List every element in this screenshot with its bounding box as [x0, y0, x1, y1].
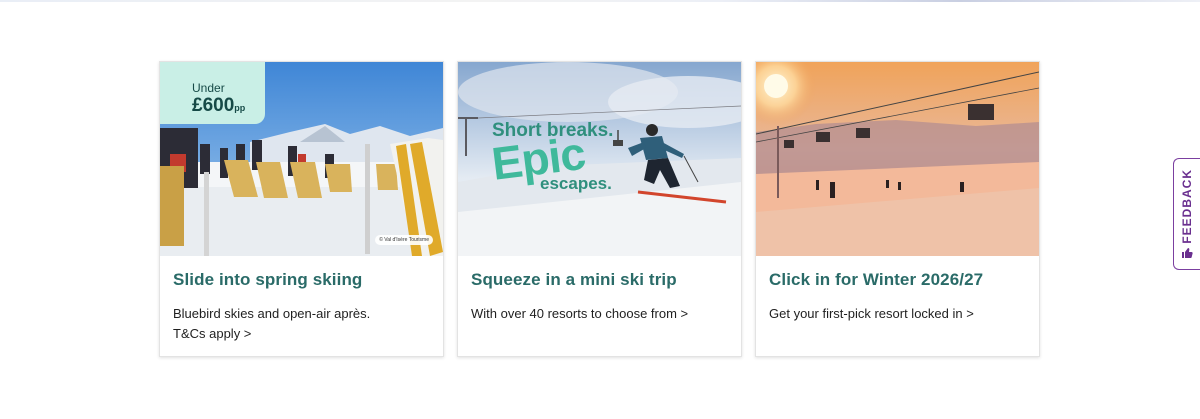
card-body: Click in for Winter 2026/27 Get your fir…: [756, 256, 1039, 324]
card-title[interactable]: Slide into spring skiing: [173, 270, 430, 292]
price-badge: Under £600pp: [160, 62, 265, 124]
price-badge-amount: £600pp: [192, 95, 265, 119]
card-description-link[interactable]: With over 40 resorts to choose from >: [471, 304, 728, 324]
card-body: Slide into spring skiing Bluebird skies …: [160, 256, 443, 344]
price-value: £600: [192, 95, 235, 116]
top-image-strip: [0, 0, 1200, 2]
card-title[interactable]: Squeeze in a mini ski trip: [471, 270, 728, 292]
promo-text: Short breaks. Epic escapes.: [489, 120, 614, 194]
offer-cards: Under £600pp © Val d'Isère Tourisme Slid…: [159, 61, 1040, 357]
card-spring-skiing[interactable]: Under £600pp © Val d'Isère Tourisme Slid…: [159, 61, 444, 357]
price-suffix: pp: [234, 103, 246, 113]
card-body: Squeeze in a mini ski trip With over 40 …: [458, 256, 741, 324]
thumbs-up-icon: [1182, 248, 1193, 259]
photo-credit: © Val d'Isère Tourisme: [375, 235, 433, 245]
card-winter-2026-27[interactable]: Click in for Winter 2026/27 Get your fir…: [755, 61, 1040, 357]
card-description-link[interactable]: Get your first-pick resort locked in >: [769, 304, 1026, 324]
price-badge-label: Under: [192, 81, 225, 95]
feedback-tab[interactable]: FEEDBACK: [1173, 158, 1200, 270]
feedback-label: FEEDBACK: [1180, 168, 1194, 244]
terms-link[interactable]: T&Cs apply >: [173, 324, 430, 344]
card-image-mini-ski-trip: Short breaks. Epic escapes.: [458, 62, 741, 256]
card-description: Bluebird skies and open-air après.: [173, 306, 371, 321]
card-title[interactable]: Click in for Winter 2026/27: [769, 270, 1026, 292]
page: Under £600pp © Val d'Isère Tourisme Slid…: [0, 0, 1200, 419]
card-image-spring-skiing: Under £600pp © Val d'Isère Tourisme: [160, 62, 443, 256]
card-image-winter-2026-27: [756, 62, 1039, 256]
card-mini-ski-trip[interactable]: Short breaks. Epic escapes. Squeeze in a…: [457, 61, 742, 357]
sunset-slope-image: [756, 62, 1039, 256]
